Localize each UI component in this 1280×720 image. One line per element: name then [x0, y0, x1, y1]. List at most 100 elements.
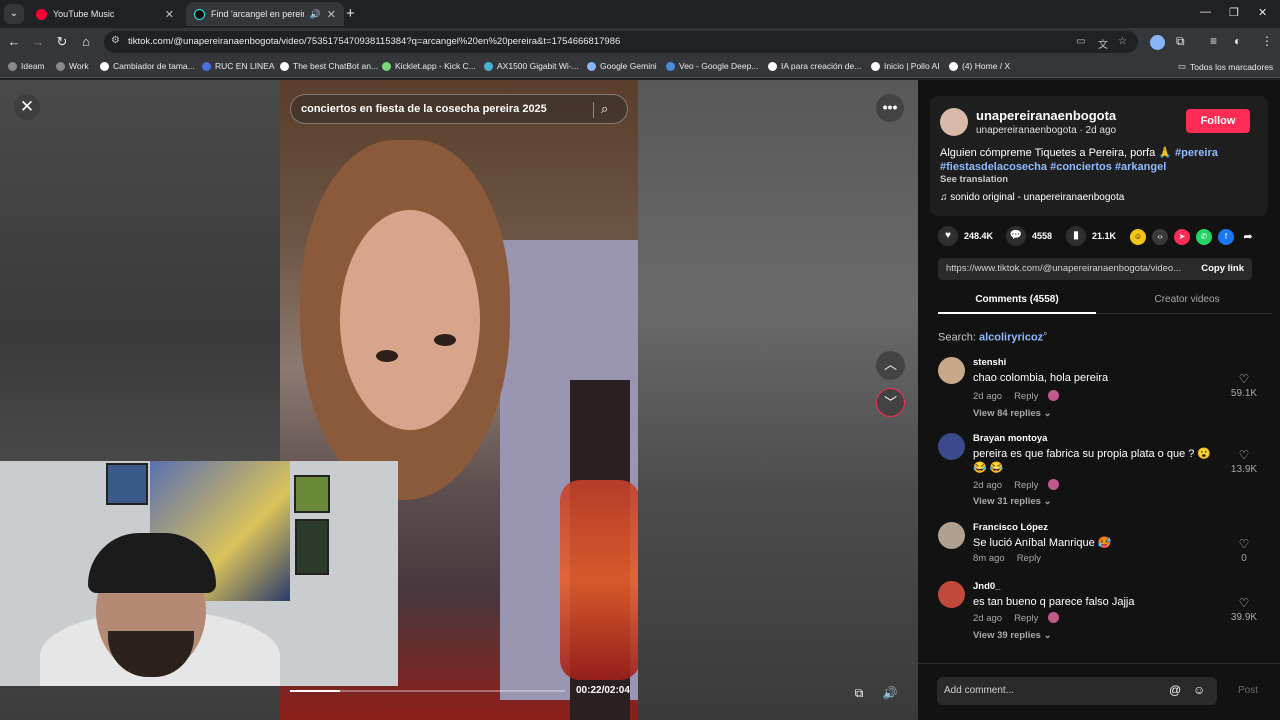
- creator-username[interactable]: unapereiranaenbogota: [976, 108, 1116, 123]
- active-tab-indicator: [938, 312, 1096, 314]
- whatsapp-icon[interactable]: ✆: [1196, 229, 1212, 245]
- hashtag-link[interactable]: #arkangel: [1115, 161, 1166, 173]
- menu-kebab-icon[interactable]: ⋮: [1261, 34, 1273, 48]
- tab-comments[interactable]: Comments (4558): [938, 294, 1096, 305]
- close-video-button[interactable]: ✕: [14, 94, 40, 120]
- hashtag-link[interactable]: #conciertos: [1050, 161, 1112, 173]
- reply-button[interactable]: Reply: [1014, 480, 1038, 491]
- view-replies-button[interactable]: View 84 replies ⌄: [973, 408, 1052, 419]
- bookmark-item[interactable]: Ideam: [8, 61, 45, 71]
- reply-button[interactable]: Reply: [1014, 391, 1038, 402]
- add-comment-input[interactable]: Add comment... @ ☺: [937, 677, 1217, 705]
- view-replies-button[interactable]: View 31 replies ⌄: [973, 496, 1052, 507]
- share-more-icon[interactable]: ➦: [1240, 229, 1256, 245]
- search-icon[interactable]: ⌕: [601, 101, 608, 117]
- tab-list-icon[interactable]: ⌄: [4, 4, 24, 24]
- share-friends-icon[interactable]: ☺: [1130, 229, 1146, 245]
- window-close-icon[interactable]: ✕: [1258, 6, 1267, 19]
- search-keyword[interactable]: alcoliryricoz: [979, 332, 1043, 344]
- post-button[interactable]: Post: [1238, 685, 1258, 696]
- forward-icon[interactable]: →: [30, 34, 46, 49]
- sound-link[interactable]: ♫ sonido original - unapereiranaenbogota: [940, 192, 1124, 203]
- install-app-icon[interactable]: ▭: [1076, 36, 1085, 47]
- bookmark-item[interactable]: IA para creación de...: [768, 61, 861, 71]
- commenter-avatar[interactable]: [938, 433, 965, 460]
- send-to-icon[interactable]: ➤: [1174, 229, 1190, 245]
- more-options-button[interactable]: •••: [876, 94, 904, 122]
- audio-playing-icon[interactable]: 🔊: [310, 9, 321, 20]
- commenter-avatar[interactable]: [938, 581, 965, 608]
- save-button[interactable]: ▮ 21.1K: [1066, 226, 1116, 246]
- commenter-avatar[interactable]: [938, 522, 965, 549]
- hashtag-link[interactable]: #pereira: [1175, 147, 1218, 159]
- bookmark-star-icon[interactable]: ☆: [1118, 36, 1127, 47]
- back-icon[interactable]: ←: [6, 34, 22, 49]
- new-tab-button[interactable]: +: [346, 5, 355, 22]
- browser-tab-tiktok[interactable]: Find 'arcangel en pereira' o 🔊 ✕: [186, 2, 344, 26]
- bookmark-item[interactable]: AX1500 Gigabit Wi-...: [484, 61, 579, 71]
- commenter-name[interactable]: Jnd0_: [973, 581, 1000, 592]
- view-replies-button[interactable]: View 39 replies ⌄: [973, 630, 1052, 641]
- like-button[interactable]: ♥ 248.4K: [938, 226, 993, 246]
- site-info-icon[interactable]: ⚙: [111, 35, 120, 46]
- reply-button[interactable]: Reply: [1014, 613, 1038, 624]
- translate-icon[interactable]: 文: [1098, 36, 1108, 51]
- comment-like-button[interactable]: ♡ 59.1K: [1224, 372, 1264, 399]
- volume-icon[interactable]: 🔊: [879, 682, 901, 704]
- emoji-icon[interactable]: ☺: [1193, 683, 1205, 697]
- embed-icon[interactable]: ‹›: [1152, 229, 1168, 245]
- bookmark-item[interactable]: Work: [56, 61, 89, 71]
- miniplayer-icon[interactable]: ⧉: [848, 682, 870, 704]
- close-tab-icon[interactable]: ✕: [165, 8, 174, 21]
- mention-icon[interactable]: @: [1169, 683, 1181, 697]
- bookmark-item[interactable]: Cambiador de tama...: [100, 61, 195, 71]
- profile-avatar[interactable]: [1150, 35, 1165, 50]
- video-player-area[interactable]: ✕ conciertos en fiesta de la cosecha per…: [0, 80, 918, 720]
- bookmark-item[interactable]: RUC EN LINEA: [202, 61, 275, 71]
- facebook-icon[interactable]: f: [1218, 229, 1234, 245]
- video-link-url[interactable]: https://www.tiktok.com/@unapereiranaenbo…: [946, 263, 1186, 274]
- see-translation-link[interactable]: See translation: [940, 174, 1008, 185]
- commenter-name[interactable]: stenshi: [973, 357, 1006, 368]
- restore-icon[interactable]: ❐: [1229, 6, 1239, 19]
- bookmark-favicon-icon: [280, 61, 289, 71]
- bookmark-item[interactable]: (4) Home / X: [949, 61, 1010, 71]
- creator-avatar[interactable]: [940, 108, 968, 136]
- video-progress-bar[interactable]: [290, 690, 565, 692]
- comment-like-button[interactable]: ♡ 0: [1224, 537, 1264, 564]
- home-icon[interactable]: ⌂: [78, 34, 94, 49]
- follow-button[interactable]: Follow: [1186, 109, 1250, 133]
- media-controls-icon[interactable]: ≡: [1210, 34, 1217, 48]
- commenter-avatar[interactable]: [938, 357, 965, 384]
- next-video-button[interactable]: ﹀: [876, 388, 905, 417]
- browser-tab-youtube-music[interactable]: YouTube Music ✕: [28, 2, 182, 26]
- video-content-face: [340, 210, 480, 430]
- bookmark-item[interactable]: Inicio | Pollo AI: [871, 61, 940, 71]
- search-suggestion[interactable]: Search: alcoliryricoz⌕: [938, 329, 1048, 344]
- bookmark-item[interactable]: Veo - Google Deep...: [666, 61, 758, 71]
- close-tab-icon[interactable]: ✕: [327, 8, 336, 21]
- all-bookmarks-folder[interactable]: ▭ Todos los marcadores: [1178, 61, 1273, 72]
- comment-like-button[interactable]: ♡ 39.9K: [1224, 596, 1264, 623]
- comment-like-count: 59.1K: [1230, 388, 1258, 399]
- reply-button[interactable]: Reply: [1017, 553, 1041, 564]
- bookmark-favicon-icon: [666, 61, 675, 71]
- account-icon[interactable]: ◐: [1234, 34, 1241, 48]
- extensions-icon[interactable]: ⧉: [1176, 34, 1185, 49]
- previous-video-button[interactable]: ︿: [876, 351, 905, 380]
- address-bar[interactable]: ⚙ tiktok.com/@unapereiranaenbogota/video…: [104, 31, 1138, 53]
- comment-button[interactable]: 💬 4558: [1006, 226, 1052, 246]
- comment-like-button[interactable]: ♡ 13.9K: [1224, 448, 1264, 475]
- tab-creator-videos[interactable]: Creator videos: [1108, 294, 1266, 305]
- video-search-bar[interactable]: conciertos en fiesta de la cosecha perei…: [290, 94, 628, 124]
- hashtag-link[interactable]: #fiestasdelacosecha: [940, 161, 1047, 173]
- commenter-name[interactable]: Francisco López: [973, 522, 1048, 533]
- copy-link-button[interactable]: Copy link: [1201, 263, 1244, 274]
- bookmark-item[interactable]: Google Gemini: [587, 61, 657, 71]
- bookmark-item[interactable]: Kicklet.app - Kick C...: [382, 61, 476, 71]
- commenter-name[interactable]: Brayan montoya: [973, 433, 1047, 444]
- action-bar: ♥ 248.4K 💬 4558 ▮ 21.1K ☺ ‹› ➤ ✆ f ➦: [938, 226, 1270, 248]
- bookmark-item[interactable]: The best ChatBot an...: [280, 61, 378, 71]
- reload-icon[interactable]: ↻: [54, 34, 70, 50]
- minimize-icon[interactable]: —: [1200, 6, 1211, 18]
